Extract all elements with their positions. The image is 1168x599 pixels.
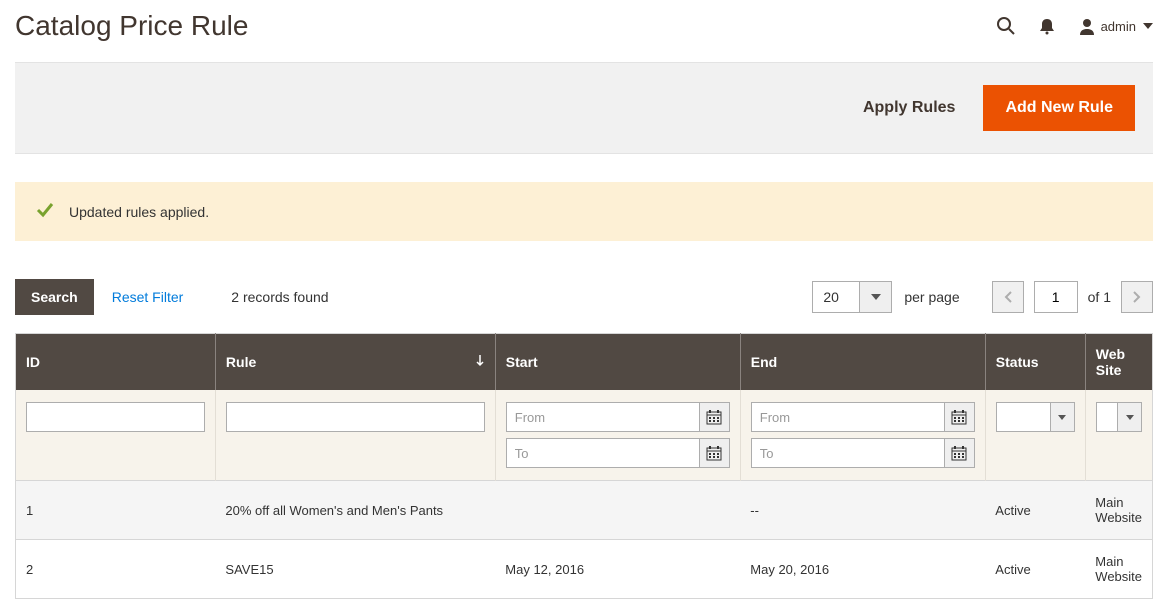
cell-website: Main Website bbox=[1085, 481, 1152, 540]
filter-website-dropdown-button[interactable] bbox=[1118, 402, 1142, 432]
filter-start-to-input[interactable] bbox=[506, 438, 700, 468]
cell-end: May 20, 2016 bbox=[740, 540, 985, 599]
records-found-text: 2 records found bbox=[231, 289, 328, 305]
per-page-label: per page bbox=[904, 289, 959, 305]
calendar-icon bbox=[706, 409, 722, 425]
prev-page-button[interactable] bbox=[992, 281, 1024, 313]
cell-end: -- bbox=[740, 481, 985, 540]
calendar-icon bbox=[951, 409, 967, 425]
user-icon bbox=[1078, 17, 1096, 35]
success-message-text: Updated rules applied. bbox=[69, 204, 209, 220]
filter-end-to-calendar-button[interactable] bbox=[945, 438, 975, 468]
reset-filter-link[interactable]: Reset Filter bbox=[112, 289, 184, 305]
caret-down-icon bbox=[1058, 415, 1066, 420]
column-header-status[interactable]: Status bbox=[985, 334, 1085, 391]
filter-end-from-input[interactable] bbox=[751, 402, 945, 432]
column-header-end[interactable]: End bbox=[740, 334, 985, 391]
column-header-start[interactable]: Start bbox=[495, 334, 740, 391]
caret-down-icon bbox=[1143, 23, 1153, 29]
calendar-icon bbox=[706, 445, 722, 461]
calendar-icon bbox=[951, 445, 967, 461]
cell-status: Active bbox=[985, 540, 1085, 599]
search-icon[interactable] bbox=[996, 16, 1016, 36]
column-header-id[interactable]: ID bbox=[16, 334, 216, 391]
success-message: Updated rules applied. bbox=[15, 182, 1153, 241]
table-row[interactable]: 1 20% off all Women's and Men's Pants --… bbox=[16, 481, 1153, 540]
filter-end-to-input[interactable] bbox=[751, 438, 945, 468]
filter-start-from-input[interactable] bbox=[506, 402, 700, 432]
filter-row bbox=[16, 390, 1153, 481]
column-header-rule[interactable]: Rule bbox=[215, 334, 495, 391]
sort-arrow-down-icon bbox=[475, 354, 485, 370]
add-new-rule-button[interactable]: Add New Rule bbox=[983, 85, 1135, 131]
filter-website-select[interactable] bbox=[1096, 402, 1142, 432]
table-row[interactable]: 2 SAVE15 May 12, 2016 May 20, 2016 Activ… bbox=[16, 540, 1153, 599]
next-page-button[interactable] bbox=[1121, 281, 1153, 313]
page-number-input[interactable] bbox=[1034, 281, 1078, 313]
cell-status: Active bbox=[985, 481, 1085, 540]
filter-end-from-calendar-button[interactable] bbox=[945, 402, 975, 432]
admin-user-label: admin bbox=[1101, 19, 1136, 34]
cell-rule: SAVE15 bbox=[215, 540, 495, 599]
per-page-dropdown-button[interactable] bbox=[860, 281, 892, 313]
filter-start-from-calendar-button[interactable] bbox=[700, 402, 730, 432]
notifications-icon[interactable] bbox=[1038, 17, 1056, 35]
search-button[interactable]: Search bbox=[15, 279, 94, 315]
filter-status-dropdown-button[interactable] bbox=[1051, 402, 1075, 432]
per-page-value: 20 bbox=[812, 281, 860, 313]
per-page-select[interactable]: 20 bbox=[812, 281, 892, 313]
check-icon bbox=[35, 200, 55, 223]
cell-start: May 12, 2016 bbox=[495, 540, 740, 599]
filter-rule-input[interactable] bbox=[226, 402, 485, 432]
cell-id: 1 bbox=[16, 481, 216, 540]
cell-rule: 20% off all Women's and Men's Pants bbox=[215, 481, 495, 540]
chevron-right-icon bbox=[1133, 291, 1141, 303]
chevron-left-icon bbox=[1004, 291, 1012, 303]
apply-rules-button[interactable]: Apply Rules bbox=[863, 99, 955, 117]
rules-table: ID Rule Start End Status Web Site bbox=[15, 333, 1153, 599]
page-of-label: of 1 bbox=[1088, 289, 1111, 305]
admin-user-menu[interactable]: admin bbox=[1078, 17, 1153, 35]
filter-status-select[interactable] bbox=[996, 402, 1075, 432]
page-title: Catalog Price Rule bbox=[15, 10, 996, 42]
cell-id: 2 bbox=[16, 540, 216, 599]
filter-start-to-calendar-button[interactable] bbox=[700, 438, 730, 468]
action-bar: Apply Rules Add New Rule bbox=[15, 62, 1153, 154]
cell-start bbox=[495, 481, 740, 540]
caret-down-icon bbox=[1126, 415, 1134, 420]
filter-id-input[interactable] bbox=[26, 402, 205, 432]
column-header-website[interactable]: Web Site bbox=[1085, 334, 1152, 391]
cell-website: Main Website bbox=[1085, 540, 1152, 599]
caret-down-icon bbox=[871, 294, 881, 300]
